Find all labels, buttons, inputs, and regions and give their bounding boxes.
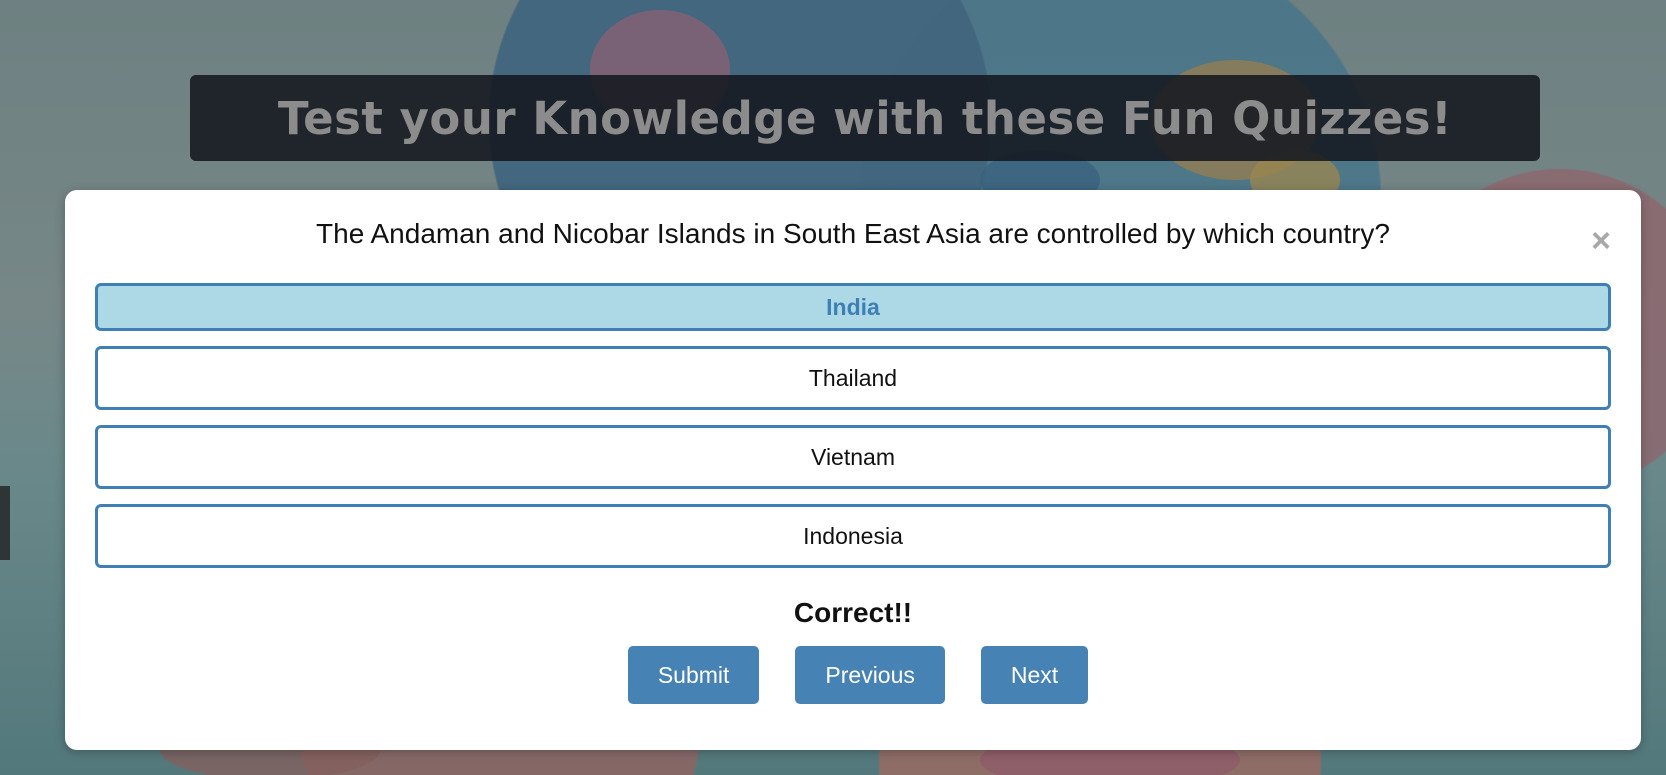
answer-option-label: India [826, 293, 880, 320]
quiz-modal: The Andaman and Nicobar Islands in South… [65, 190, 1641, 750]
quiz-controls: Submit Previous Next [65, 646, 1641, 704]
answer-option-india[interactable]: India [95, 283, 1611, 331]
close-icon[interactable]: × [1591, 224, 1611, 258]
previous-button[interactable]: Previous [795, 646, 945, 704]
answer-options: India Thailand Vietnam Indonesia [95, 283, 1611, 583]
answer-feedback: Correct!! [793, 597, 913, 628]
answer-option-thailand[interactable]: Thailand [95, 346, 1611, 410]
submit-button[interactable]: Submit [627, 646, 760, 704]
page: Test your Knowledge with these Fun Quizz… [0, 0, 1666, 775]
header-banner: Test your Knowledge with these Fun Quizz… [190, 75, 1540, 161]
side-tab[interactable] [0, 486, 10, 560]
answer-option-label: Indonesia [803, 522, 903, 549]
answer-option-label: Thailand [808, 364, 898, 391]
page-title: Test your Knowledge with these Fun Quizz… [277, 91, 1453, 145]
answer-option-indonesia[interactable]: Indonesia [95, 504, 1611, 568]
quiz-question: The Andaman and Nicobar Islands in South… [316, 218, 1390, 249]
answer-option-label: Vietnam [811, 443, 895, 470]
answer-option-vietnam[interactable]: Vietnam [95, 425, 1611, 489]
next-button[interactable]: Next [980, 646, 1089, 704]
